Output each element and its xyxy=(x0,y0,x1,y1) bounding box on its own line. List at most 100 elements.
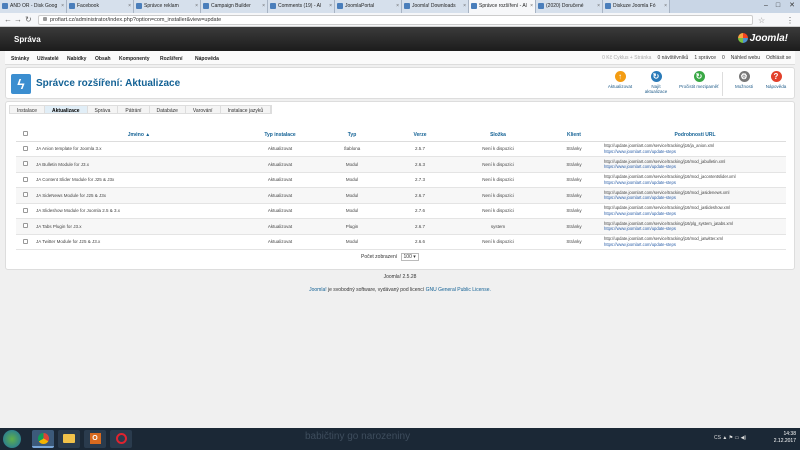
tab-close-icon[interactable]: × xyxy=(61,3,64,9)
row-info-url[interactable]: https://www.joomlart.com/update-steps xyxy=(604,180,786,186)
tab-close-icon[interactable]: × xyxy=(664,3,667,9)
explorer-taskbar-icon[interactable] xyxy=(58,430,80,448)
browser-tab[interactable]: (2020) Doručené × xyxy=(536,0,603,13)
tab-close-icon[interactable]: × xyxy=(195,3,198,9)
menu-item-komponenty[interactable]: Komponenty xyxy=(119,56,150,62)
back-icon[interactable]: ← xyxy=(4,15,12,25)
updates-table: Jméno ▲ Typ instalace Typ Verze Složka K… xyxy=(16,129,786,250)
col-version[interactable]: Verze xyxy=(388,129,452,142)
chrome-taskbar-icon[interactable] xyxy=(32,430,54,448)
toolbar-button-4[interactable]: ? Nápověda xyxy=(760,71,792,89)
toolbar-button-0[interactable]: ↑ Aktualizovat xyxy=(604,71,636,89)
browser-tab[interactable]: JoomlaPortal × xyxy=(335,0,402,13)
browser-tab[interactable]: Joomla! Downloads × xyxy=(402,0,469,13)
select-all-checkbox[interactable] xyxy=(22,131,28,137)
row-type: Modul xyxy=(316,203,388,219)
browser-tab[interactable]: Facebook × xyxy=(67,0,134,13)
row-checkbox[interactable] xyxy=(22,176,28,182)
row-folder: Není k dispozici xyxy=(452,234,544,250)
browser-menu-icon[interactable]: ⋮ xyxy=(786,16,794,25)
subtab[interactable]: Pátrání xyxy=(118,106,150,114)
close-icon[interactable]: ✕ xyxy=(784,0,800,13)
col-folder[interactable]: Složka xyxy=(452,129,544,142)
row-info-url[interactable]: https://www.joomlart.com/update-steps xyxy=(604,149,786,155)
tab-close-icon[interactable]: × xyxy=(530,3,533,9)
row-info-url[interactable]: https://www.joomlart.com/update-steps xyxy=(604,242,786,248)
subtab[interactable]: Varování xyxy=(186,106,221,114)
tab-close-icon[interactable]: × xyxy=(329,3,332,9)
menu-item-rozsireni[interactable]: Rozšíření xyxy=(160,56,183,62)
row-install-type: Aktualizovat xyxy=(244,203,316,219)
browser-tab[interactable]: AND OR - Disk Goog × xyxy=(0,0,67,13)
col-install-type[interactable]: Typ instalace xyxy=(244,129,316,142)
subtab[interactable]: Databáze xyxy=(150,106,186,114)
menu-item-stranky[interactable]: Stránky xyxy=(11,56,29,62)
browser-tab[interactable]: Comments (19) - Al × xyxy=(268,0,335,13)
subtab[interactable]: Aktualizace xyxy=(45,106,88,114)
row-checkbox[interactable] xyxy=(22,161,28,167)
row-info-url[interactable]: https://www.joomlart.com/update-steps xyxy=(604,164,786,170)
status-messages[interactable]: 0 xyxy=(722,55,725,61)
menu-item-uzivatele[interactable]: Uživatelé xyxy=(37,56,59,62)
row-info-url[interactable]: https://www.joomlart.com/update-steps xyxy=(604,226,786,232)
clock[interactable]: 14:38 2.12.2017 xyxy=(774,431,796,445)
row-checkbox[interactable] xyxy=(22,192,28,198)
reload-icon[interactable]: ↻ xyxy=(25,15,32,25)
row-name: JA Content Slider Module for J25 & J3x xyxy=(34,172,244,188)
row-checkbox[interactable] xyxy=(22,223,28,229)
toolbar-button-2[interactable]: ↻ Pročistit mezipaměť xyxy=(678,71,720,89)
browser-tab[interactable]: Campaign Builder × xyxy=(201,0,268,13)
view-site-link[interactable]: Náhled webu xyxy=(731,55,760,61)
subtab[interactable]: Instalace xyxy=(10,106,46,114)
status-visitors[interactable]: 0 návštěvníků xyxy=(657,55,688,61)
row-info-url[interactable]: https://www.joomlart.com/update-steps xyxy=(604,195,786,201)
outlook-taskbar-icon[interactable]: O xyxy=(84,430,106,448)
status-admins[interactable]: 1 správce xyxy=(694,55,716,61)
maximize-icon[interactable]: □ xyxy=(772,0,784,13)
start-button[interactable] xyxy=(3,430,21,448)
url-input[interactable]: profiart.cz/administrator/index.php?opti… xyxy=(38,15,753,25)
opera-taskbar-icon[interactable] xyxy=(110,430,132,448)
select-all-cell xyxy=(16,129,34,142)
subtab[interactable]: Instalace jazyků xyxy=(221,106,272,114)
tab-close-icon[interactable]: × xyxy=(262,3,265,9)
tab-favicon-icon xyxy=(337,3,343,9)
list-limit-value: 100 xyxy=(403,254,412,260)
col-client[interactable]: Klient xyxy=(544,129,604,142)
gpl-link[interactable]: GNU General Public License. xyxy=(426,287,491,293)
menu-item-obsah[interactable]: Obsah xyxy=(95,56,111,62)
tab-close-icon[interactable]: × xyxy=(463,3,466,9)
row-type: Modul xyxy=(316,156,388,173)
col-type[interactable]: Typ xyxy=(316,129,388,142)
minimize-icon[interactable]: – xyxy=(760,0,772,13)
row-info-url[interactable]: https://www.joomlart.com/update-steps xyxy=(604,211,786,217)
tab-close-icon[interactable]: × xyxy=(128,3,131,9)
logout-link[interactable]: Odhlásit se xyxy=(766,55,791,61)
language-indicator[interactable]: CS xyxy=(714,435,721,441)
row-checkbox[interactable] xyxy=(22,207,28,213)
joomla-link[interactable]: Joomla! xyxy=(309,287,327,293)
bookmark-star-icon[interactable]: ☆ xyxy=(758,16,765,25)
browser-tab[interactable]: Diskuze Joomla Fó × xyxy=(603,0,670,13)
tab-favicon-icon xyxy=(69,3,75,9)
menu-item-nabidky[interactable]: Nabídky xyxy=(67,56,86,62)
toolbar-button-1[interactable]: ↻ Najít aktualizace xyxy=(640,71,672,94)
page-info-icon[interactable] xyxy=(43,17,47,21)
menu-item-napoveda[interactable]: Nápověda xyxy=(195,56,219,62)
tab-close-icon[interactable]: × xyxy=(396,3,399,9)
forward-icon[interactable]: → xyxy=(14,15,22,25)
col-name[interactable]: Jméno ▲ xyxy=(34,129,244,142)
row-client: Stránky xyxy=(544,218,604,235)
browser-tab[interactable]: Správce rozšíření - Al × xyxy=(469,0,536,13)
col-details-url: Podrobnosti URL xyxy=(604,129,786,142)
row-checkbox[interactable] xyxy=(22,238,28,244)
browser-tab[interactable]: Správce reklam × xyxy=(134,0,201,13)
toolbar-button-3[interactable]: ⚙ Možnosti xyxy=(728,71,760,89)
subtab[interactable]: Správa xyxy=(88,106,119,114)
row-install-type: Aktualizovat xyxy=(244,172,316,188)
taskbar-overlay-text: babičtiny go narozeniny xyxy=(305,431,411,442)
row-version: 2.7.3 xyxy=(388,172,452,188)
list-limit-select[interactable]: 100 ▾ xyxy=(400,253,419,261)
row-checkbox[interactable] xyxy=(22,145,28,151)
tab-close-icon[interactable]: × xyxy=(597,3,600,9)
